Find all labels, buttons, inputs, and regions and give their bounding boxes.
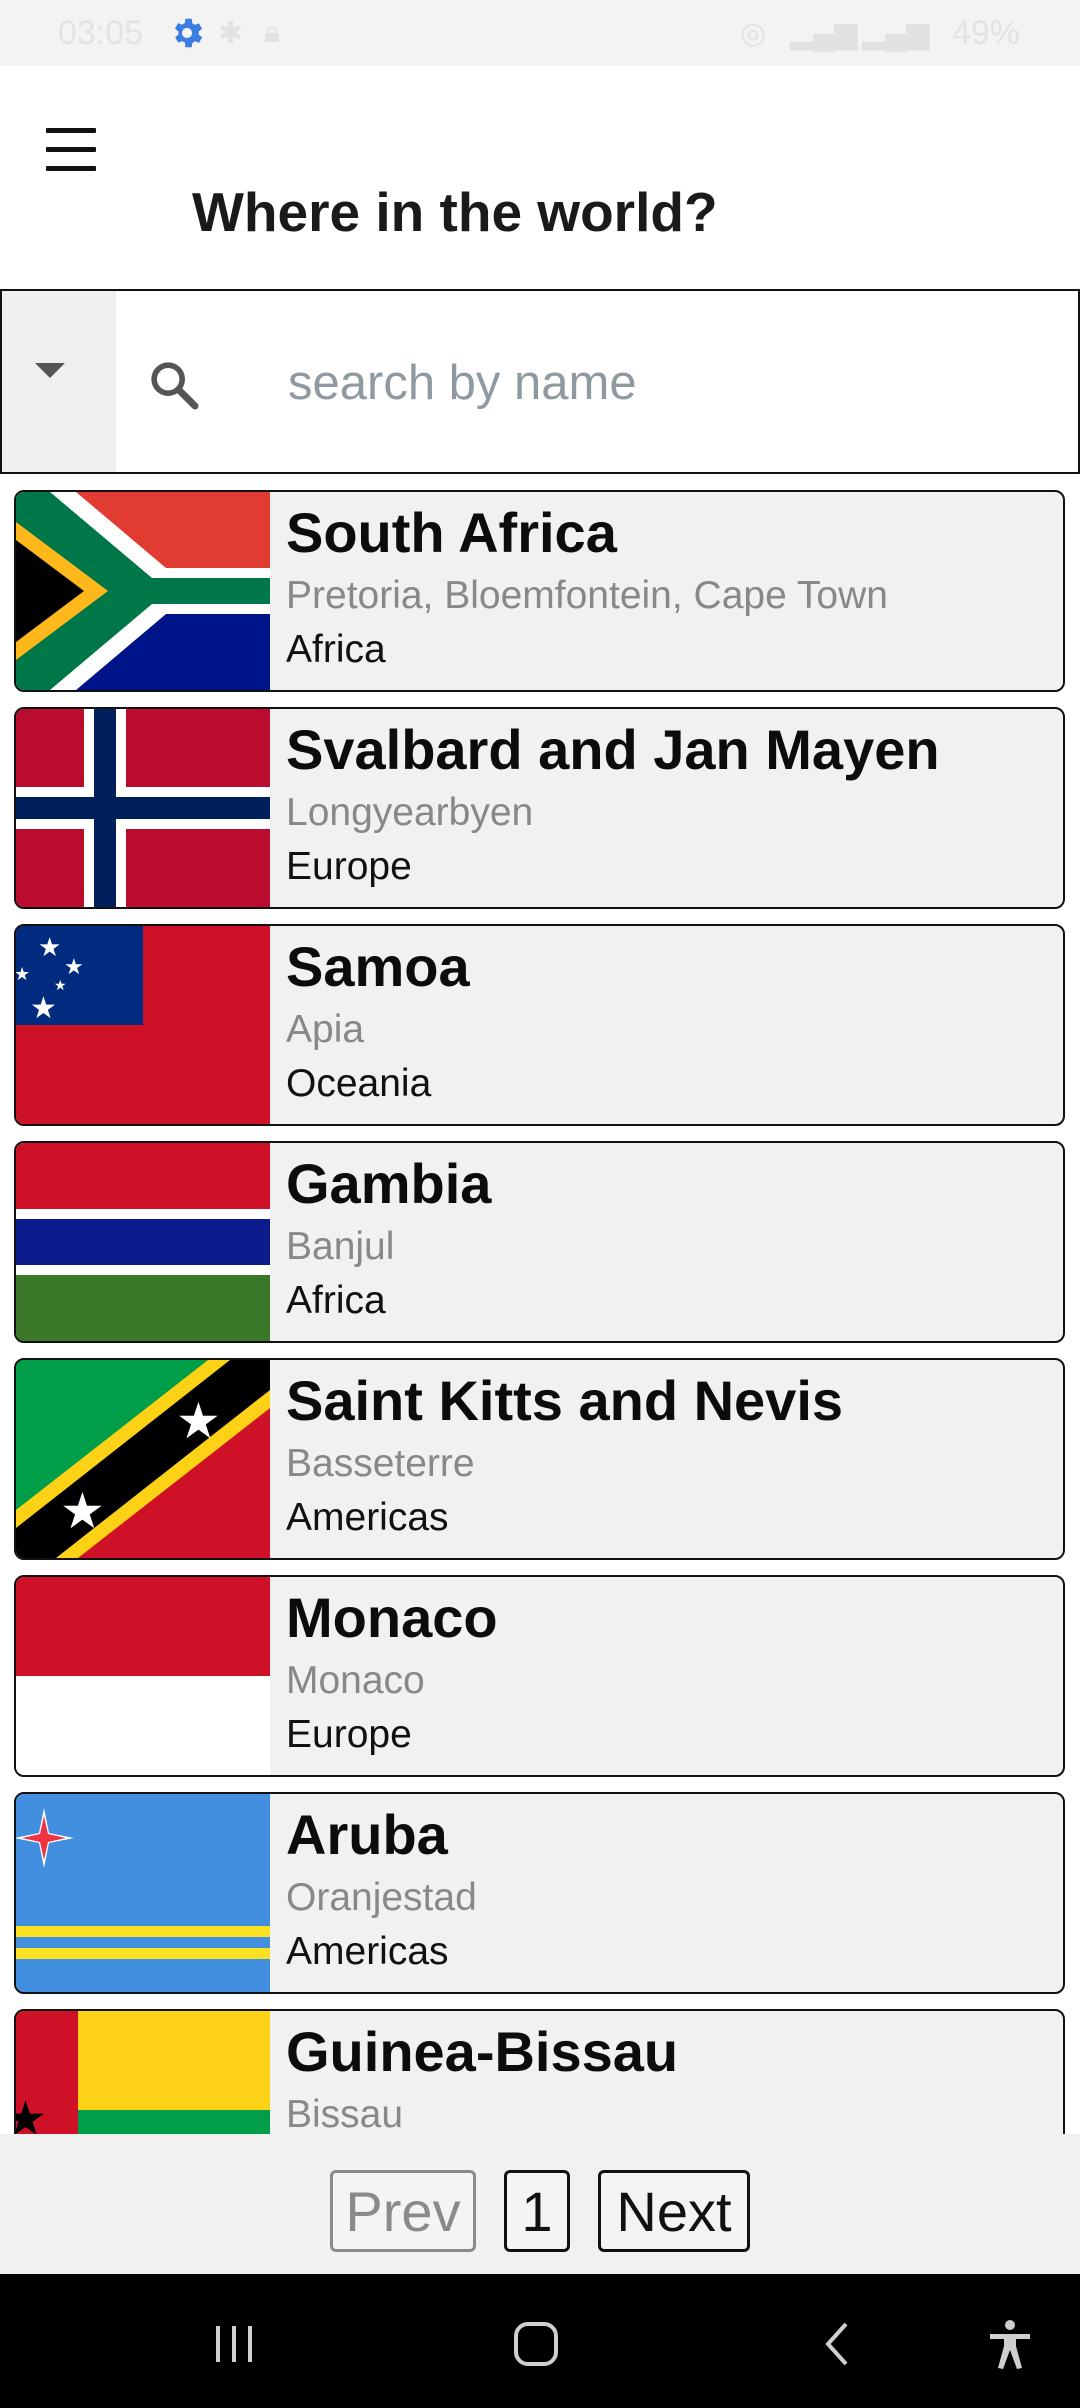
prev-button[interactable]: Prev: [330, 2170, 476, 2252]
country-capital: Banjul: [286, 1225, 395, 1268]
caret-down-icon: [35, 363, 65, 378]
country-name: Saint Kitts and Nevis: [286, 1369, 844, 1432]
country-card[interactable]: Svalbard and Jan Mayen Longyearbyen Euro…: [14, 707, 1065, 909]
country-region: Europe: [286, 1713, 412, 1756]
page-number-button[interactable]: 1: [504, 2170, 570, 2252]
accessibility-icon[interactable]: [980, 2314, 1040, 2374]
country-capital: Bissau: [286, 2093, 404, 2134]
svalbard-flag-icon: [16, 709, 270, 907]
svg-text:★: ★: [64, 955, 84, 980]
search-icon: [151, 362, 199, 410]
saint-kitts-flag-icon: ★ ★: [16, 1360, 270, 1558]
settings-gear-icon: [174, 18, 203, 48]
signal-icon-2: ▂▄▆: [862, 17, 930, 50]
home-icon[interactable]: [506, 2314, 566, 2374]
country-capital: Oranjestad: [286, 1876, 477, 1919]
country-region: Africa: [286, 628, 386, 671]
aruba-flag-icon: [16, 1794, 270, 1992]
country-capital: Longyearbyen: [286, 791, 534, 834]
menu-icon-line: [46, 147, 96, 152]
gambia-flag-icon: [16, 1143, 270, 1341]
country-card[interactable]: Aruba Oranjestad Americas: [14, 1792, 1065, 1994]
country-card[interactable]: ★ ★ ★ ★ ★ Samoa Apia Oceania: [14, 924, 1065, 1126]
svg-text:★: ★: [60, 1482, 105, 1540]
country-name: Samoa: [286, 935, 470, 998]
country-name: Gambia: [286, 1152, 492, 1215]
svg-text:★: ★: [16, 964, 30, 985]
country-name: South Africa: [286, 501, 617, 564]
next-button[interactable]: Next: [598, 2170, 750, 2252]
page-title: Where in the world?: [192, 181, 718, 243]
pagination-bar: Prev 1 Next: [0, 2134, 1080, 2274]
country-name: Aruba: [286, 1803, 448, 1866]
country-name: Monaco: [286, 1586, 498, 1649]
country-list: South Africa Pretoria, Bloemfontein, Cap…: [0, 474, 1080, 2134]
country-region: Oceania: [286, 1062, 432, 1105]
svg-text:★: ★: [38, 933, 61, 963]
country-capital: Pretoria, Bloemfontein, Cape Town: [286, 574, 888, 617]
signal-icon: ▂▄▆: [790, 17, 858, 50]
country-capital: Monaco: [286, 1659, 425, 1702]
country-region: Africa: [286, 1279, 386, 1322]
app-bar: [0, 66, 1080, 288]
status-time: 03:05: [58, 14, 144, 52]
country-region: Americas: [286, 1496, 449, 1539]
country-region: Americas: [286, 1930, 449, 1973]
menu-button[interactable]: [42, 118, 106, 182]
country-name: Guinea-Bissau: [286, 2020, 679, 2083]
samoa-flag-icon: ★ ★ ★ ★ ★: [16, 926, 270, 1124]
battery-percent: 49%: [951, 14, 1020, 52]
lock-icon: 🔒︎: [264, 16, 280, 49]
menu-icon: [46, 128, 96, 133]
svg-text:★: ★: [16, 2091, 47, 2134]
recent-apps-icon[interactable]: [204, 2314, 264, 2374]
search-input[interactable]: [288, 341, 1048, 425]
hotspot-icon: ◎: [740, 17, 767, 50]
south-africa-flag-icon: [16, 492, 270, 690]
guinea-bissau-flag-icon: ★: [16, 2011, 270, 2134]
back-icon[interactable]: [808, 2314, 868, 2374]
svg-text:★: ★: [30, 991, 57, 1026]
region-filter-dropdown[interactable]: [2, 291, 116, 472]
country-card[interactable]: ★ Guinea-Bissau Bissau: [14, 2009, 1065, 2134]
status-bar: 03:05 ✱ 🔒︎ ◎ ▂▄▆ ▂▄▆ 49%: [0, 0, 1080, 66]
country-card[interactable]: Monaco Monaco Europe: [14, 1575, 1065, 1777]
country-region: Europe: [286, 845, 412, 888]
search-bar: [0, 289, 1080, 474]
system-nav-bar: [0, 2274, 1080, 2408]
country-card[interactable]: ★ ★ Saint Kitts and Nevis Basseterre Ame…: [14, 1358, 1065, 1560]
bug-icon: ✱: [218, 17, 244, 50]
country-capital: Basseterre: [286, 1442, 475, 1485]
monaco-flag-icon: [16, 1577, 270, 1775]
country-capital: Apia: [286, 1008, 365, 1051]
country-card[interactable]: Gambia Banjul Africa: [14, 1141, 1065, 1343]
menu-icon-line: [46, 166, 96, 171]
country-name: Svalbard and Jan Mayen: [286, 718, 940, 781]
svg-text:★: ★: [176, 1392, 221, 1450]
country-card[interactable]: South Africa Pretoria, Bloemfontein, Cap…: [14, 490, 1065, 692]
